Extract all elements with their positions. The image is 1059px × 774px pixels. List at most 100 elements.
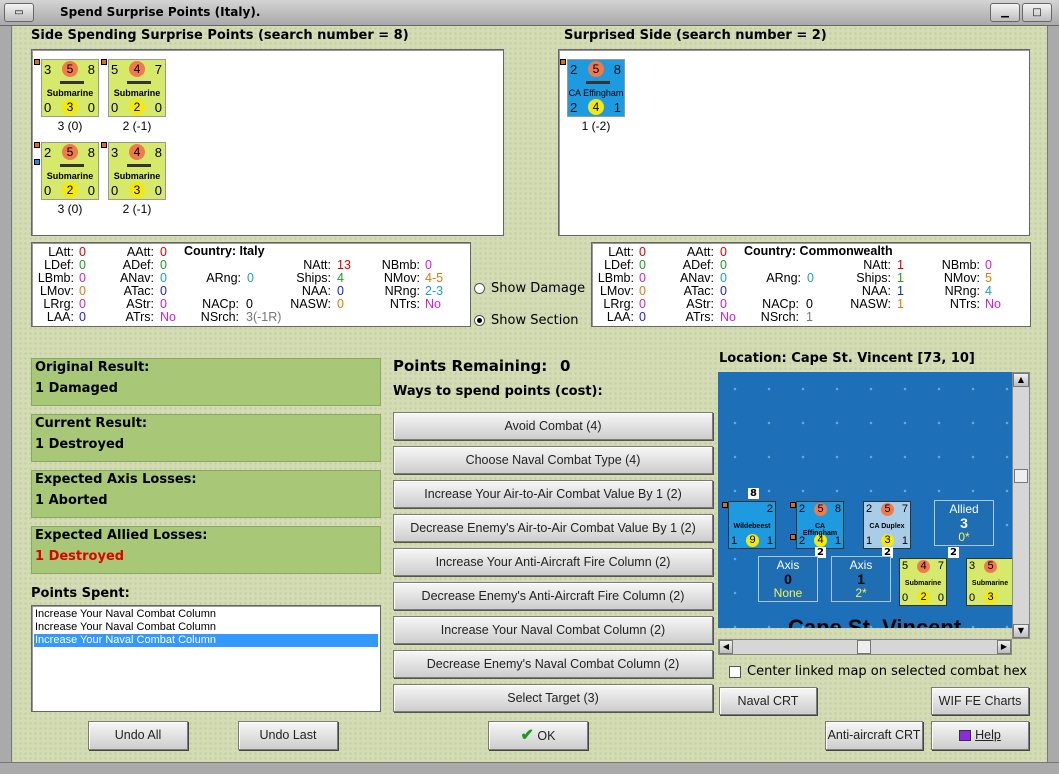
points-spent-list[interactable]: Increase Your Naval Combat Column Increa…	[31, 605, 381, 712]
laa-label: LAA:	[606, 310, 634, 324]
nbmb-value: 0	[425, 258, 432, 272]
decrease-enemy-naval-combat-column-button[interactable]: Decrease Enemy's Naval Combat Column (2)	[393, 650, 713, 678]
nbmb-label: NBmb:	[381, 258, 420, 272]
help-button[interactable]: Help	[931, 721, 1029, 750]
maximize-button[interactable]: □	[1022, 3, 1052, 22]
natt-value: 13	[337, 258, 351, 272]
select-target-button[interactable]: Select Target (3)	[393, 684, 713, 712]
spending-unit-counter[interactable]: 5 7 0 0 4 2 Submarine	[108, 59, 166, 117]
stack-count: 2	[948, 547, 959, 558]
current-result-value: 1 Destroyed	[35, 437, 125, 452]
nasw-value: 0	[337, 297, 344, 311]
undo-all-button[interactable]: Undo All	[88, 721, 188, 750]
minimize-button[interactable]: ▁	[990, 3, 1020, 22]
increase-air-to-air-button[interactable]: Increase Your Air-to-Air Combat Value By…	[393, 480, 713, 508]
arng-value: 0	[807, 271, 814, 285]
anti-aircraft-crt-button[interactable]: Anti-aircraft CRT	[825, 721, 923, 750]
atac-value: 0	[160, 284, 167, 298]
top-left-value: 5	[902, 560, 909, 572]
expected-allied-losses-value: 1 Destroyed	[35, 549, 125, 564]
show-section-radio[interactable]	[474, 315, 485, 326]
points-remaining-label: Points Remaining:	[393, 357, 548, 375]
map-unit-counter[interactable]: 2 8 2 1 5 4 CA Effingham	[796, 501, 844, 549]
increase-anti-aircraft-button[interactable]: Increase Your Anti-Aircraft Fire Column …	[393, 548, 713, 576]
spending-unit-counter[interactable]: 3 8 0 0 4 3 Submarine	[108, 142, 166, 200]
checkmark-icon: ✔	[520, 727, 534, 744]
dialog-body: Side Spending Surprise Points (search nu…	[13, 26, 1047, 762]
defense-circle: 3	[984, 591, 997, 604]
decrease-enemy-air-to-air-button[interactable]: Decrease Enemy's Air-to-Air Combat Value…	[393, 514, 713, 542]
scroll-down-icon[interactable]: ▼	[1013, 624, 1029, 638]
map-horizontal-scrollbar[interactable]: ◀ ▶	[718, 639, 1012, 655]
vertical-scroll-thumb[interactable]	[1014, 469, 1028, 483]
bottom-left-value: 0	[44, 100, 52, 115]
adef-label: ADef:	[122, 258, 154, 272]
list-item-selected[interactable]: Increase Your Naval Combat Column	[34, 634, 378, 647]
axis-tile-2: Axis 1 2*	[831, 556, 891, 602]
surprised-side-header: Surprised Side (search number = 2)	[564, 28, 827, 43]
spending-unit-counter[interactable]: 3 8 0 0 5 3 Submarine	[41, 59, 99, 117]
show-damage-label[interactable]: Show Damage	[491, 281, 585, 296]
ship-silhouette-icon	[127, 81, 151, 84]
laa-label: LAA:	[46, 310, 74, 324]
spending-unit-counter[interactable]: 2 8 0 0 5 2 Submarine	[41, 142, 99, 200]
system-menu-button[interactable]: ▭	[4, 3, 34, 22]
status-marker-icon	[790, 502, 796, 508]
scroll-right-icon[interactable]: ▶	[997, 640, 1011, 654]
increase-naval-combat-column-button[interactable]: Increase Your Naval Combat Column (2)	[393, 616, 713, 644]
laa-value: 0	[79, 310, 86, 324]
center-linked-checkbox[interactable]	[729, 666, 741, 678]
scroll-left-icon[interactable]: ◀	[719, 640, 733, 654]
nasw-label: NASW:	[850, 297, 891, 311]
nsrch-value: 3(-1R)	[246, 310, 282, 324]
naval-crt-button[interactable]: Naval CRT	[719, 687, 817, 715]
show-section-label[interactable]: Show Section	[491, 313, 579, 328]
map-unit-counter[interactable]: 2 1 1 9 Wildebeest	[728, 501, 776, 549]
avoid-combat-button[interactable]: Avoid Combat (4)	[393, 412, 713, 440]
map-vertical-scrollbar[interactable]: ▲ ▼	[1012, 372, 1030, 639]
ship-silhouette-icon	[127, 164, 151, 167]
map-unit-counter[interactable]: 2 7 1 1 5 3 CA Duplex	[863, 501, 911, 549]
maximize-icon: □	[1032, 7, 1042, 18]
naa-value: 1	[897, 284, 904, 298]
combat-hex-map[interactable]: 8 2 1 1 9 Wildebeest 2 8 2 1 5 4 CA Effingham 2 7 1 1 5 3…	[718, 372, 1012, 628]
axis-tile-1: Axis 0 None	[758, 556, 818, 602]
undo-last-button[interactable]: Undo Last	[238, 721, 338, 750]
commonwealth-stats-panel: LAtt: 0 LDef: 0 LBmb: 0 LMov: 0 LRrg: 0 LAA: 0 AAtt:…	[591, 242, 1031, 327]
ok-button[interactable]: ✔ OK	[488, 721, 588, 750]
choose-naval-combat-type-button[interactable]: Choose Naval Combat Type (4)	[393, 446, 713, 474]
naa-label: NAA:	[301, 284, 331, 298]
attack-circle: 5	[62, 61, 78, 77]
map-hex-name: Cape St. Vincent	[788, 615, 962, 628]
list-item[interactable]: Increase Your Naval Combat Column	[34, 608, 378, 621]
list-item[interactable]: Increase Your Naval Combat Column	[34, 621, 378, 634]
top-left-value: 3	[111, 145, 119, 160]
horizontal-scroll-thumb[interactable]	[857, 640, 871, 654]
window-frame-right	[1047, 26, 1059, 774]
help-button-label: Help	[975, 728, 1001, 742]
attack-circle: 5	[588, 61, 604, 77]
attack-circle: 5	[881, 503, 894, 516]
ship-silhouette-icon	[586, 81, 610, 84]
natt-label: NAtt:	[863, 258, 891, 272]
map-unit-counter[interactable]: 5 7 0 0 4 2 Submarine	[899, 558, 947, 606]
nrng-value: 2-3	[425, 284, 444, 298]
atac-label: ATac:	[683, 284, 714, 298]
surprised-unit-counter[interactable]: 2 8 2 1 5 4 CA Effingham	[567, 59, 625, 117]
restore-icon: ▭	[14, 7, 24, 18]
ways-to-spend-label: Ways to spend points (cost):	[393, 384, 603, 399]
show-damage-radio[interactable]	[474, 283, 485, 294]
wif-fe-charts-button[interactable]: WIF FE Charts	[931, 687, 1029, 715]
decrease-enemy-anti-aircraft-button[interactable]: Decrease Enemy's Anti-Aircraft Fire Colu…	[393, 582, 713, 610]
title-bar: ▭ Spend Surprise Points (Italy). ▁ □	[0, 0, 1059, 26]
map-unit-counter[interactable]: 3 0 5 3 Submarine	[966, 558, 1012, 606]
status-marker-icon	[722, 502, 728, 508]
ntrs-label: NTrs:	[949, 297, 980, 311]
center-linked-label[interactable]: Center linked map on selected combat hex	[747, 664, 1027, 679]
top-left-value: 2	[866, 503, 873, 515]
top-left-value: 2	[570, 62, 578, 77]
defense-circle: 4	[588, 99, 604, 115]
attack-circle: 5	[814, 503, 827, 516]
astr-label: AStr:	[686, 297, 714, 311]
scroll-up-icon[interactable]: ▲	[1013, 373, 1029, 387]
